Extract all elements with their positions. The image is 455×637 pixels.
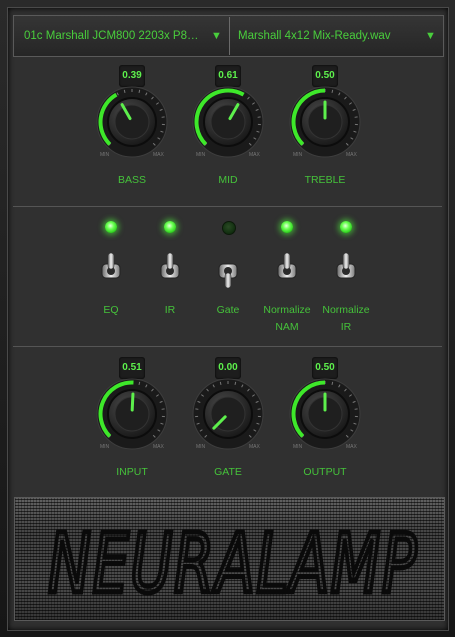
switch-label-line: IR: [164, 304, 176, 316]
input-pointer: [130, 392, 135, 412]
normalize-nam-toggle-switch[interactable]: [275, 252, 299, 288]
switch-label-line: EQ: [103, 304, 119, 316]
ir-switch-label: IR: [140, 302, 200, 319]
model-dropdown-arrow-icon[interactable]: ▼: [211, 30, 222, 42]
max-label: MAX: [249, 152, 261, 158]
output-label: OUTPUT: [303, 466, 347, 478]
bass-label: BASS: [117, 174, 146, 186]
max-label: MAX: [249, 444, 261, 450]
min-label: MIN: [100, 152, 110, 158]
eq-led: [105, 221, 117, 233]
normalize-ir-led: [340, 221, 352, 233]
gate-led: [222, 221, 236, 235]
max-label: MAX: [153, 444, 165, 450]
ir-led: [164, 221, 176, 233]
section-divider: [13, 206, 442, 207]
min-label: MIN: [293, 444, 303, 450]
min-label: MIN: [100, 444, 110, 450]
switch-label-line: IR: [340, 321, 352, 333]
gate-knob[interactable]: MIN MAX: [183, 369, 273, 459]
min-label: MIN: [293, 152, 303, 158]
input-knob[interactable]: MIN MAX: [87, 369, 177, 459]
mid-knob[interactable]: MIN MAX: [183, 77, 273, 167]
gate-label: GATE: [214, 466, 242, 478]
normalize-nam-led: [281, 221, 293, 233]
normalize-ir-toggle-switch[interactable]: [334, 252, 358, 288]
neuralamp-logo: NEURALAMP: [46, 515, 419, 615]
input-label: INPUT: [116, 466, 148, 478]
output-knob[interactable]: MIN MAX: [280, 369, 370, 459]
section-divider: [13, 346, 442, 347]
eq-toggle-switch[interactable]: [99, 252, 123, 288]
normalize-ir-switch-label: Normalize IR: [316, 302, 376, 336]
gate-toggle-switch[interactable]: [216, 252, 240, 289]
switch-label-line: Normalize: [263, 304, 311, 316]
nam-model-select[interactable]: 01c Marshall JCM800 2203x P8B...: [24, 16, 204, 56]
min-label: MIN: [196, 152, 206, 158]
speaker-grille: NEURALAMP: [14, 497, 445, 621]
switch-label-line: Normalize: [322, 304, 370, 316]
max-label: MAX: [346, 444, 358, 450]
treble-label: TREBLE: [304, 174, 346, 186]
ir-dropdown-arrow-icon[interactable]: ▼: [425, 30, 436, 42]
eq-switch-label: EQ: [81, 302, 141, 319]
normalize-nam-switch-label: Normalize NAM: [257, 302, 317, 336]
treble-knob[interactable]: MIN MAX: [280, 77, 370, 167]
selector-divider: [229, 17, 230, 55]
switch-label-line: NAM: [275, 321, 299, 333]
max-label: MAX: [346, 152, 358, 158]
ir-toggle-switch[interactable]: [158, 252, 182, 288]
file-selector-bar: 01c Marshall JCM800 2203x P8B... ▼ Marsh…: [13, 15, 444, 57]
switch-label-line: Gate: [216, 304, 240, 316]
mid-label: MID: [218, 174, 238, 186]
min-label: MIN: [196, 444, 206, 450]
gate-switch-label: Gate: [198, 302, 258, 319]
max-label: MAX: [153, 152, 165, 158]
ir-file-select[interactable]: Marshall 4x12 Mix-Ready.wav: [238, 16, 418, 56]
logo-text: NEURALAMP: [48, 517, 418, 612]
bass-knob[interactable]: MIN MAX: [87, 77, 177, 167]
